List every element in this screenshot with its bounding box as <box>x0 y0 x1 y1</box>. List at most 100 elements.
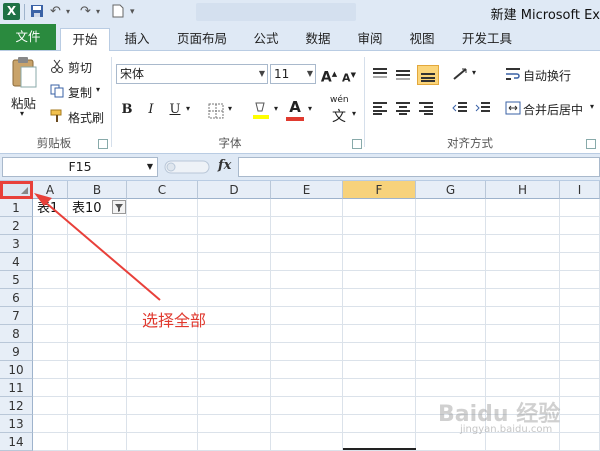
fill-color-icon[interactable] <box>252 100 270 123</box>
scissors-icon[interactable] <box>50 59 64 76</box>
row-header-7[interactable]: 7 <box>0 307 33 325</box>
align-right-icon[interactable] <box>418 101 434 118</box>
tab-home[interactable]: 开始 <box>60 28 110 51</box>
font-color-dropdown-icon[interactable]: ▾ <box>308 104 312 113</box>
column-header-g[interactable]: G <box>416 181 486 199</box>
tab-page-layout[interactable]: 页面布局 <box>168 28 236 49</box>
row-header-4[interactable]: 4 <box>0 253 33 271</box>
tab-insert[interactable]: 插入 <box>114 28 160 49</box>
alignment-dialog-launcher-icon[interactable] <box>586 139 596 149</box>
row-header-6[interactable]: 6 <box>0 289 33 307</box>
wrap-text-button[interactable]: 自动换行 <box>523 67 571 84</box>
row-header-14[interactable]: 14 <box>0 433 33 451</box>
copy-icon[interactable] <box>50 84 64 101</box>
row-header-9[interactable]: 9 <box>0 343 33 361</box>
paste-icon[interactable] <box>10 55 38 92</box>
name-box[interactable]: F15 ▼ <box>2 157 158 177</box>
select-all-button[interactable] <box>0 181 33 199</box>
window-title: 新建 Microsoft Ex <box>490 8 600 23</box>
row-header-10[interactable]: 10 <box>0 361 33 379</box>
shrink-font-button[interactable]: A▼ <box>340 66 358 85</box>
font-size-value: 11 <box>274 67 290 81</box>
row-header-3[interactable]: 3 <box>0 235 33 253</box>
phonetic-pinyin[interactable]: wén <box>330 95 349 105</box>
filter-dropdown-button[interactable] <box>112 200 126 214</box>
row-header-5[interactable]: 5 <box>0 271 33 289</box>
row-header-11[interactable]: 11 <box>0 379 33 397</box>
column-header-d[interactable]: D <box>198 181 271 199</box>
decrease-indent-icon[interactable] <box>452 101 468 118</box>
clipboard-dialog-launcher-icon[interactable] <box>98 139 108 149</box>
copy-button[interactable]: 复制 <box>68 84 92 101</box>
merge-center-icon[interactable] <box>505 101 521 118</box>
font-size-select[interactable]: 11 ▼ <box>270 64 316 84</box>
font-dialog-launcher-icon[interactable] <box>352 139 362 149</box>
borders-icon[interactable] <box>208 103 224 122</box>
redo-icon[interactable]: ↷ <box>80 4 91 20</box>
save-icon[interactable] <box>30 4 44 20</box>
align-middle-icon[interactable] <box>395 67 411 84</box>
cut-button[interactable]: 剪切 <box>68 59 92 76</box>
font-name-select[interactable]: 宋体 ▼ <box>116 64 268 84</box>
orientation-dropdown-icon[interactable]: ▾ <box>472 68 476 77</box>
tab-review[interactable]: 审阅 <box>348 28 392 49</box>
insert-function-button[interactable]: fx <box>218 158 231 173</box>
italic-button[interactable]: I <box>142 101 160 119</box>
tab-data[interactable]: 数据 <box>296 28 340 49</box>
tab-view[interactable]: 视图 <box>400 28 444 49</box>
row-header-1[interactable]: 1 <box>0 199 33 217</box>
formula-bar-resize-handle-icon[interactable] <box>164 160 210 177</box>
column-header-i[interactable]: I <box>560 181 600 199</box>
tab-formulas[interactable]: 公式 <box>244 28 288 49</box>
row-header-2[interactable]: 2 <box>0 217 33 235</box>
align-left-icon[interactable] <box>372 101 388 118</box>
column-header-a[interactable]: A <box>33 181 68 199</box>
column-header-b[interactable]: B <box>68 181 127 199</box>
formula-bar: F15 ▼ fx <box>0 154 600 181</box>
cell-b1[interactable]: 表10 <box>72 200 102 218</box>
fill-color-dropdown-icon[interactable]: ▾ <box>274 104 278 113</box>
chevron-down-icon: ▼ <box>146 162 153 171</box>
row-header-13[interactable]: 13 <box>0 415 33 433</box>
paste-dropdown-icon[interactable]: ▾ <box>20 109 24 118</box>
new-document-icon[interactable] <box>112 4 124 20</box>
column-header-e[interactable]: E <box>271 181 343 199</box>
phonetic-dropdown-icon[interactable]: ▾ <box>352 109 356 118</box>
cell-a1[interactable]: 表1 <box>37 200 58 218</box>
font-name-value: 宋体 <box>120 67 145 81</box>
increase-indent-icon[interactable] <box>475 101 491 118</box>
align-top-icon[interactable] <box>372 67 388 84</box>
align-bottom-button[interactable] <box>417 65 439 85</box>
undo-dropdown-icon[interactable]: ▾ <box>66 4 70 20</box>
format-painter-icon[interactable] <box>50 109 64 126</box>
format-painter-button[interactable]: 格式刷 <box>68 109 104 126</box>
wrap-text-icon[interactable] <box>505 67 521 84</box>
undo-icon[interactable]: ↶ <box>50 4 61 20</box>
copy-dropdown-icon[interactable]: ▾ <box>96 85 100 94</box>
select-all-triangle-icon <box>21 187 28 194</box>
redo-dropdown-icon[interactable]: ▾ <box>96 4 100 20</box>
row-header-8[interactable]: 8 <box>0 325 33 343</box>
column-header-h[interactable]: H <box>486 181 560 199</box>
grow-font-icon: A <box>320 69 332 86</box>
font-color-button[interactable]: A <box>286 98 304 116</box>
row-header-12[interactable]: 12 <box>0 397 33 415</box>
tab-file[interactable]: 文件 <box>0 24 56 50</box>
column-header-f[interactable]: F <box>343 181 416 199</box>
orientation-icon[interactable] <box>452 67 470 84</box>
tab-developer[interactable]: 开发工具 <box>452 28 522 49</box>
merge-center-button[interactable]: 合并后居中 <box>523 101 583 118</box>
align-center-icon[interactable] <box>395 101 411 118</box>
borders-dropdown-icon[interactable]: ▾ <box>228 104 232 113</box>
phonetic-guide-button[interactable]: 文 <box>332 106 346 126</box>
row-gridline <box>33 306 600 307</box>
underline-button[interactable]: U <box>166 101 184 119</box>
column-header-c[interactable]: C <box>127 181 198 199</box>
grow-font-button[interactable]: A▲ <box>320 65 338 86</box>
merge-dropdown-icon[interactable]: ▾ <box>590 102 594 111</box>
bold-button[interactable]: B <box>118 101 136 119</box>
customize-qat-icon[interactable]: ▾ <box>130 4 135 20</box>
formula-input[interactable] <box>238 157 600 177</box>
row-gridline <box>33 270 600 271</box>
underline-dropdown-icon[interactable]: ▾ <box>186 104 190 113</box>
